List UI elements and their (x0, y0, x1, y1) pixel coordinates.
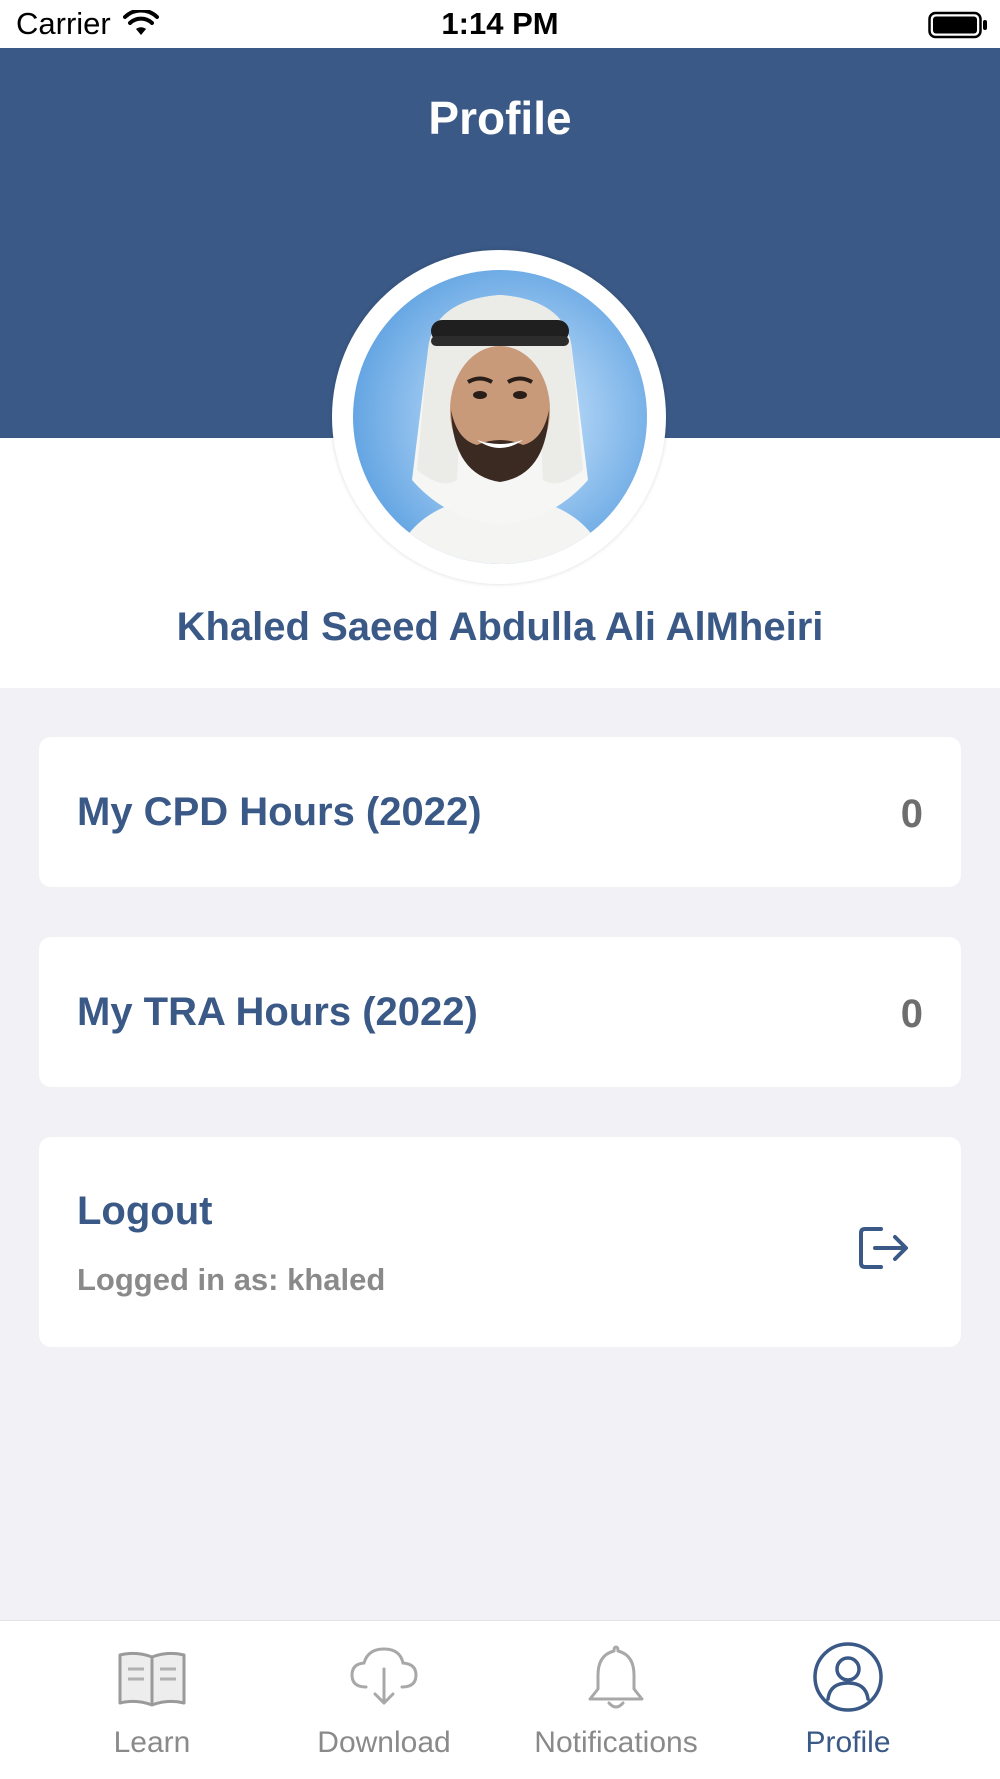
cpd-hours-card[interactable]: My CPD Hours (2022) 0 (39, 737, 961, 887)
tra-hours-card[interactable]: My TRA Hours (2022) 0 (39, 937, 961, 1087)
avatar (353, 270, 647, 564)
tab-bar: Learn Download Notifications Profile (0, 1620, 1000, 1779)
cloud-download-icon (350, 1647, 418, 1705)
tra-hours-label: My TRA Hours (2022) (77, 990, 478, 1034)
tab-download-label: Download (317, 1726, 451, 1759)
tab-profile-label: Profile (805, 1726, 891, 1759)
logout-label: Logout (77, 1189, 213, 1233)
user-circle-icon (813, 1642, 883, 1712)
page-title: Profile (428, 92, 572, 144)
tab-download[interactable]: Download (268, 1621, 500, 1779)
tab-learn[interactable]: Learn (36, 1621, 268, 1779)
tab-notifications-label: Notifications (534, 1726, 698, 1759)
status-bar: Carrier 1:14 PM (0, 0, 1000, 48)
cpd-hours-label: My CPD Hours (2022) (77, 790, 482, 834)
tab-profile[interactable]: Profile (732, 1621, 964, 1779)
status-time: 1:14 PM (441, 6, 559, 41)
battery-icon (928, 11, 987, 39)
avatar-photo (353, 270, 647, 564)
user-name: Khaled Saeed Abdulla Ali AlMheiri (176, 605, 824, 649)
logged-in-as-label: Logged in as: khaled (77, 1262, 386, 1297)
logout-icon[interactable] (857, 1225, 911, 1271)
book-icon (118, 1651, 186, 1707)
bell-icon (588, 1645, 644, 1709)
tab-notifications[interactable]: Notifications (500, 1621, 732, 1779)
logout-button[interactable]: Logout Logged in as: khaled (39, 1137, 961, 1347)
tra-hours-value: 0 (900, 992, 923, 1036)
cpd-hours-value: 0 (900, 792, 923, 836)
tab-learn-label: Learn (113, 1726, 191, 1759)
